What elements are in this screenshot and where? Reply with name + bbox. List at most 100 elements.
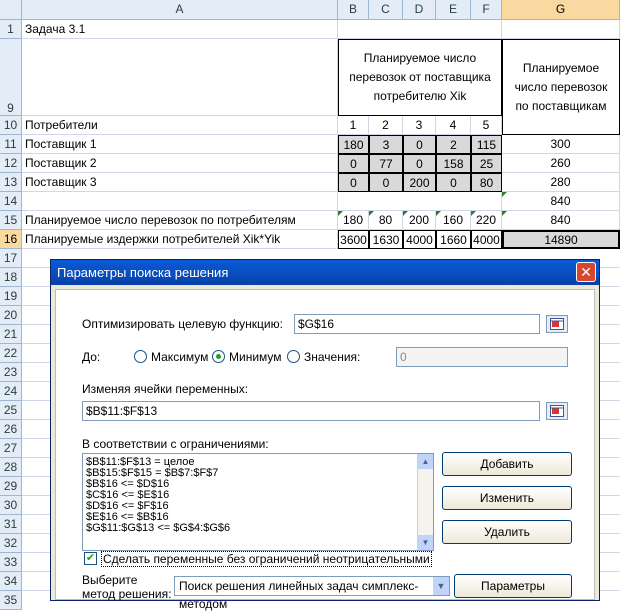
cell-g14[interactable]: 840 <box>502 192 620 211</box>
radio-max[interactable] <box>134 350 147 363</box>
row-header[interactable]: 9 <box>0 39 22 116</box>
delete-button[interactable]: Удалить <box>442 520 572 544</box>
row-header[interactable]: 12 <box>0 154 22 173</box>
cost-cell[interactable]: 1660 <box>436 230 471 249</box>
shipment-cell[interactable]: 77 <box>369 154 403 173</box>
objective-range-picker-button[interactable] <box>546 315 568 333</box>
row-header[interactable]: 28 <box>0 458 22 477</box>
col-header-b[interactable]: B <box>338 0 369 20</box>
supplier-total[interactable]: 280 <box>502 173 620 192</box>
shipment-cell[interactable]: 0 <box>403 135 436 154</box>
consumer-total[interactable]: 220 <box>471 211 502 230</box>
shipment-cell[interactable]: 200 <box>403 173 436 192</box>
constraints-list[interactable]: $B$11:$F$13 = целое $B$15:$F$15 = $B$7:$… <box>82 453 434 551</box>
consumer-total[interactable]: 180 <box>338 211 369 230</box>
shipment-cell[interactable]: 115 <box>471 135 502 154</box>
consumer-header[interactable]: 2 <box>369 116 403 135</box>
cell-g15[interactable]: 840 <box>502 211 620 230</box>
row-header[interactable]: 1 <box>0 20 22 39</box>
merged-header-supplier-totals[interactable]: Планируемое число перевозок по поставщик… <box>502 39 620 135</box>
method-select[interactable]: Поиск решения линейных задач симплекс-ме… <box>174 576 450 611</box>
supplier-total[interactable]: 300 <box>502 135 620 154</box>
shipment-cell[interactable]: 0 <box>369 173 403 192</box>
values-input[interactable]: 0 <box>396 347 568 367</box>
col-header-a[interactable]: A <box>22 0 338 20</box>
cell-a10[interactable]: Потребители <box>22 116 338 135</box>
supplier-name[interactable]: Поставщик 1 <box>22 135 338 154</box>
radio-values[interactable] <box>287 350 300 363</box>
radio-min[interactable] <box>212 350 225 363</box>
consumer-header[interactable]: 1 <box>338 116 369 135</box>
row-header[interactable]: 30 <box>0 496 22 515</box>
cell-a14[interactable] <box>22 192 338 211</box>
shipment-cell[interactable]: 158 <box>436 154 471 173</box>
col-header-g[interactable]: G <box>502 0 620 20</box>
shipment-cell[interactable]: 0 <box>403 154 436 173</box>
cost-cell[interactable]: 4000 <box>403 230 436 249</box>
radio-min-label[interactable]: Минимум <box>229 350 282 364</box>
radio-max-label[interactable]: Максимум <box>151 350 208 364</box>
add-button[interactable]: Добавить <box>442 452 572 476</box>
shipment-cell[interactable]: 0 <box>436 173 471 192</box>
close-icon[interactable]: ✕ <box>576 262 596 282</box>
row-header[interactable]: 10 <box>0 116 22 135</box>
merged-header-shipments[interactable]: Планируемое число перевозок от поставщик… <box>338 39 502 116</box>
consumer-total[interactable]: 160 <box>436 211 471 230</box>
row-header[interactable]: 33 <box>0 553 22 572</box>
shipment-cell[interactable]: 0 <box>338 154 369 173</box>
cell-g16-selected[interactable]: 14890 <box>502 230 620 249</box>
row-header[interactable]: 34 <box>0 572 22 591</box>
row-header[interactable]: 16 <box>0 230 22 249</box>
supplier-total[interactable]: 260 <box>502 154 620 173</box>
options-button[interactable]: Параметры <box>454 574 572 598</box>
col-header-e[interactable]: E <box>436 0 471 20</box>
row-header[interactable]: 26 <box>0 420 22 439</box>
cell-b14[interactable] <box>338 192 502 211</box>
supplier-name[interactable]: Поставщик 2 <box>22 154 338 173</box>
shipment-cell[interactable]: 2 <box>436 135 471 154</box>
row-header[interactable]: 29 <box>0 477 22 496</box>
consumer-total[interactable]: 200 <box>403 211 436 230</box>
row-header[interactable]: 11 <box>0 135 22 154</box>
row-header[interactable]: 23 <box>0 363 22 382</box>
change-button[interactable]: Изменить <box>442 486 572 510</box>
row-header[interactable]: 20 <box>0 306 22 325</box>
shipment-cell[interactable]: 0 <box>338 173 369 192</box>
cost-cell[interactable]: 3600 <box>338 230 369 249</box>
row-header[interactable]: 15 <box>0 211 22 230</box>
consumer-total[interactable]: 80 <box>369 211 403 230</box>
row-header[interactable]: 25 <box>0 401 22 420</box>
changing-cells-input[interactable]: $B$11:$F$13 <box>82 401 540 421</box>
consumer-header[interactable]: 5 <box>471 116 502 135</box>
radio-values-label[interactable]: Значения: <box>304 350 360 364</box>
row-header[interactable]: 17 <box>0 249 22 268</box>
nonneg-label[interactable]: Сделать переменные без ограничений неотр… <box>101 551 432 567</box>
supplier-name[interactable]: Поставщик 3 <box>22 173 338 192</box>
scroll-up-icon[interactable]: ▲ <box>418 454 433 469</box>
changing-range-picker-button[interactable] <box>546 402 568 420</box>
nonneg-checkbox[interactable]: ✔ <box>84 552 97 565</box>
constraint-item[interactable]: $G$11:$G$13 <= $G$4:$G$6 <box>86 523 430 534</box>
cost-cell[interactable]: 4000 <box>471 230 502 249</box>
constraints-scrollbar[interactable]: ▲ ▼ <box>417 454 433 550</box>
cell-b1[interactable] <box>338 20 502 39</box>
shipment-cell[interactable]: 80 <box>471 173 502 192</box>
row-header[interactable]: 18 <box>0 268 22 287</box>
cell-a15[interactable]: Планируемое число перевозок по потребите… <box>22 211 338 230</box>
row-header[interactable]: 22 <box>0 344 22 363</box>
cell-a9[interactable] <box>22 39 338 116</box>
row-header[interactable]: 27 <box>0 439 22 458</box>
consumer-header[interactable]: 3 <box>403 116 436 135</box>
shipment-cell[interactable]: 180 <box>338 135 369 154</box>
row-header[interactable]: 19 <box>0 287 22 306</box>
shipment-cell[interactable]: 3 <box>369 135 403 154</box>
row-header[interactable]: 14 <box>0 192 22 211</box>
col-header-f[interactable]: F <box>471 0 502 20</box>
row-header[interactable]: 31 <box>0 515 22 534</box>
select-all-corner[interactable] <box>0 0 22 20</box>
cost-cell[interactable]: 1630 <box>369 230 403 249</box>
row-header[interactable]: 32 <box>0 534 22 553</box>
col-header-c[interactable]: C <box>369 0 403 20</box>
col-header-d[interactable]: D <box>403 0 436 20</box>
dialog-titlebar[interactable]: Параметры поиска решения ✕ <box>51 260 599 285</box>
